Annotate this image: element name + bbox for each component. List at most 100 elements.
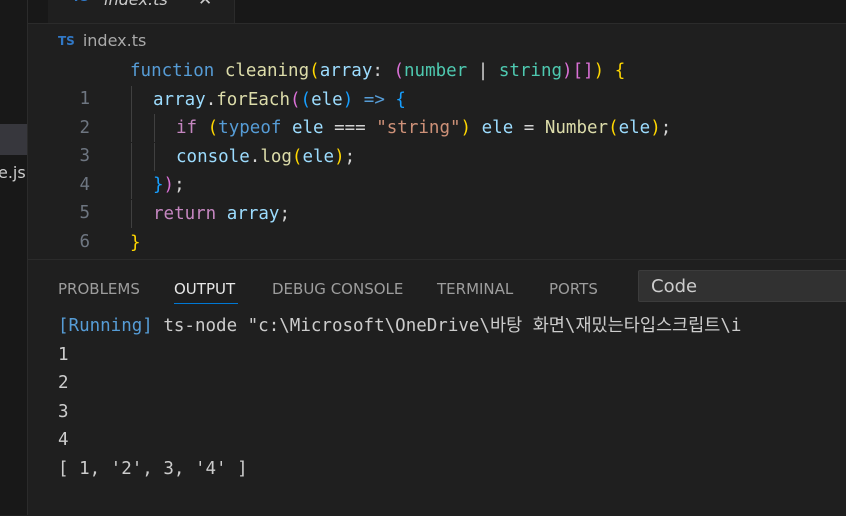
code-token: =>: [353, 89, 396, 110]
code-token: ): [650, 118, 661, 139]
code-token: "string": [376, 118, 461, 139]
code-token: =: [513, 118, 545, 139]
code-token: (: [290, 89, 301, 110]
output-line: 2: [58, 373, 69, 393]
code-line[interactable]: 4 console.log(ele);: [28, 142, 846, 195]
code-token: :: [372, 61, 394, 81]
tab-label: index.ts: [104, 0, 168, 9]
output-line: [ 1, '2', 3, '4' ]: [58, 458, 248, 479]
run-command: ts-node "c:\Microsoft\OneDrive\바탕 화면\재밌는…: [152, 316, 742, 336]
code-token: .: [205, 89, 217, 110]
output-line: 1: [58, 344, 69, 365]
code-token: {: [395, 89, 406, 110]
code-token: []: [572, 61, 594, 81]
indent-guide: [131, 114, 132, 143]
code-token: (: [309, 61, 320, 81]
code-line[interactable]: 7 }: [28, 229, 846, 281]
code-token: ele: [291, 118, 324, 139]
breadcrumb[interactable]: TS index.ts: [58, 30, 146, 52]
code-line[interactable]: 3 if (typeof ele === "string") ele = Num…: [28, 114, 846, 166]
typescript-file-icon: TS: [58, 33, 75, 48]
code-token: console: [176, 146, 250, 167]
tab-output[interactable]: OUTPUT: [174, 280, 235, 298]
code-token: (: [300, 89, 312, 110]
bottom-panel: PROBLEMS OUTPUT DEBUG CONSOLE TERMINAL P…: [28, 259, 846, 516]
code-token: }: [153, 175, 164, 196]
code-token: ;: [279, 204, 290, 224]
output-channel-select[interactable]: Code: [638, 270, 846, 302]
code-line[interactable]: 2 array.forEach((ele) => {: [28, 85, 846, 138]
code-token: ele: [618, 118, 651, 139]
code-token: .: [249, 146, 261, 167]
code-token: ): [593, 61, 605, 81]
code-token: (: [393, 61, 404, 81]
code-token: (: [608, 118, 619, 139]
code-line[interactable]: 6 return array;: [28, 200, 846, 252]
code-editor[interactable]: 1 function cleaning(array: (number | str…: [28, 57, 846, 281]
code-token: ele: [481, 118, 514, 139]
code-line[interactable]: 1 function cleaning(array: (number | str…: [28, 57, 846, 109]
tab-ports[interactable]: PORTS: [549, 280, 598, 298]
code-line[interactable]: 5 });: [28, 171, 846, 223]
running-tag: [Running]: [58, 316, 153, 336]
editor-tab-bar: TS index.ts ✕: [28, 0, 846, 24]
code-token: array: [226, 204, 280, 224]
output-line: 3: [58, 401, 69, 422]
code-token: log: [260, 146, 292, 167]
explorer-sidebar: e.js: [0, 0, 28, 515]
indent-guide: [131, 171, 132, 200]
code-token: return: [153, 204, 217, 224]
indent-guide: [154, 142, 155, 171]
code-token: number: [404, 61, 468, 81]
code-token: forEach: [216, 89, 290, 110]
code-token: string: [498, 61, 563, 81]
indent-guide: [131, 142, 132, 171]
code-token: cleaning: [224, 61, 310, 81]
tab-index-ts[interactable]: TS index.ts ✕: [48, 0, 235, 23]
code-token: function: [130, 61, 215, 81]
code-token: ): [460, 118, 472, 139]
code-token: ===: [323, 118, 377, 139]
code-token: ): [334, 146, 345, 167]
code-token: Number: [544, 118, 609, 139]
code-token: ;: [174, 175, 185, 196]
code-token: typeof: [218, 118, 282, 139]
tab-problems[interactable]: PROBLEMS: [58, 280, 140, 298]
output-line: 4: [58, 430, 69, 450]
code-token: ): [342, 89, 354, 110]
code-token: (: [291, 146, 303, 167]
output-channel-value: Code: [651, 276, 698, 297]
code-token: if: [176, 118, 198, 139]
code-token: array: [153, 89, 206, 110]
code-token: }: [130, 232, 141, 253]
code-token: ): [562, 61, 573, 81]
explorer-file-item[interactable]: e.js: [0, 163, 26, 182]
indent-guide: [131, 85, 132, 114]
typescript-file-icon: TS: [72, 0, 89, 4]
breadcrumb-file[interactable]: index.ts: [83, 31, 146, 50]
code-token: |: [467, 61, 499, 81]
tab-debug-console[interactable]: DEBUG CONSOLE: [272, 280, 403, 298]
code-token: ele: [311, 89, 343, 110]
code-token: (: [207, 118, 219, 139]
tab-terminal[interactable]: TERMINAL: [437, 280, 513, 298]
code-token: ): [163, 175, 175, 196]
output-line: [Running] ts-node "c:\Microsoft\OneDrive…: [58, 312, 846, 341]
output-log[interactable]: [Running] ts-node "c:\Microsoft\OneDrive…: [58, 312, 846, 483]
code-token: ;: [344, 146, 356, 167]
code-token: array: [319, 61, 373, 81]
close-icon[interactable]: ✕: [198, 0, 212, 10]
panel-tab-bar: PROBLEMS OUTPUT DEBUG CONSOLE TERMINAL P…: [28, 260, 846, 306]
code-token: ele: [302, 146, 335, 167]
indent-guide: [154, 114, 155, 143]
explorer-selected-row[interactable]: [0, 124, 27, 155]
code-token: ;: [660, 118, 672, 139]
indent-guide: [131, 200, 132, 228]
code-token: {: [614, 61, 626, 81]
active-tab-indicator: [174, 303, 238, 304]
